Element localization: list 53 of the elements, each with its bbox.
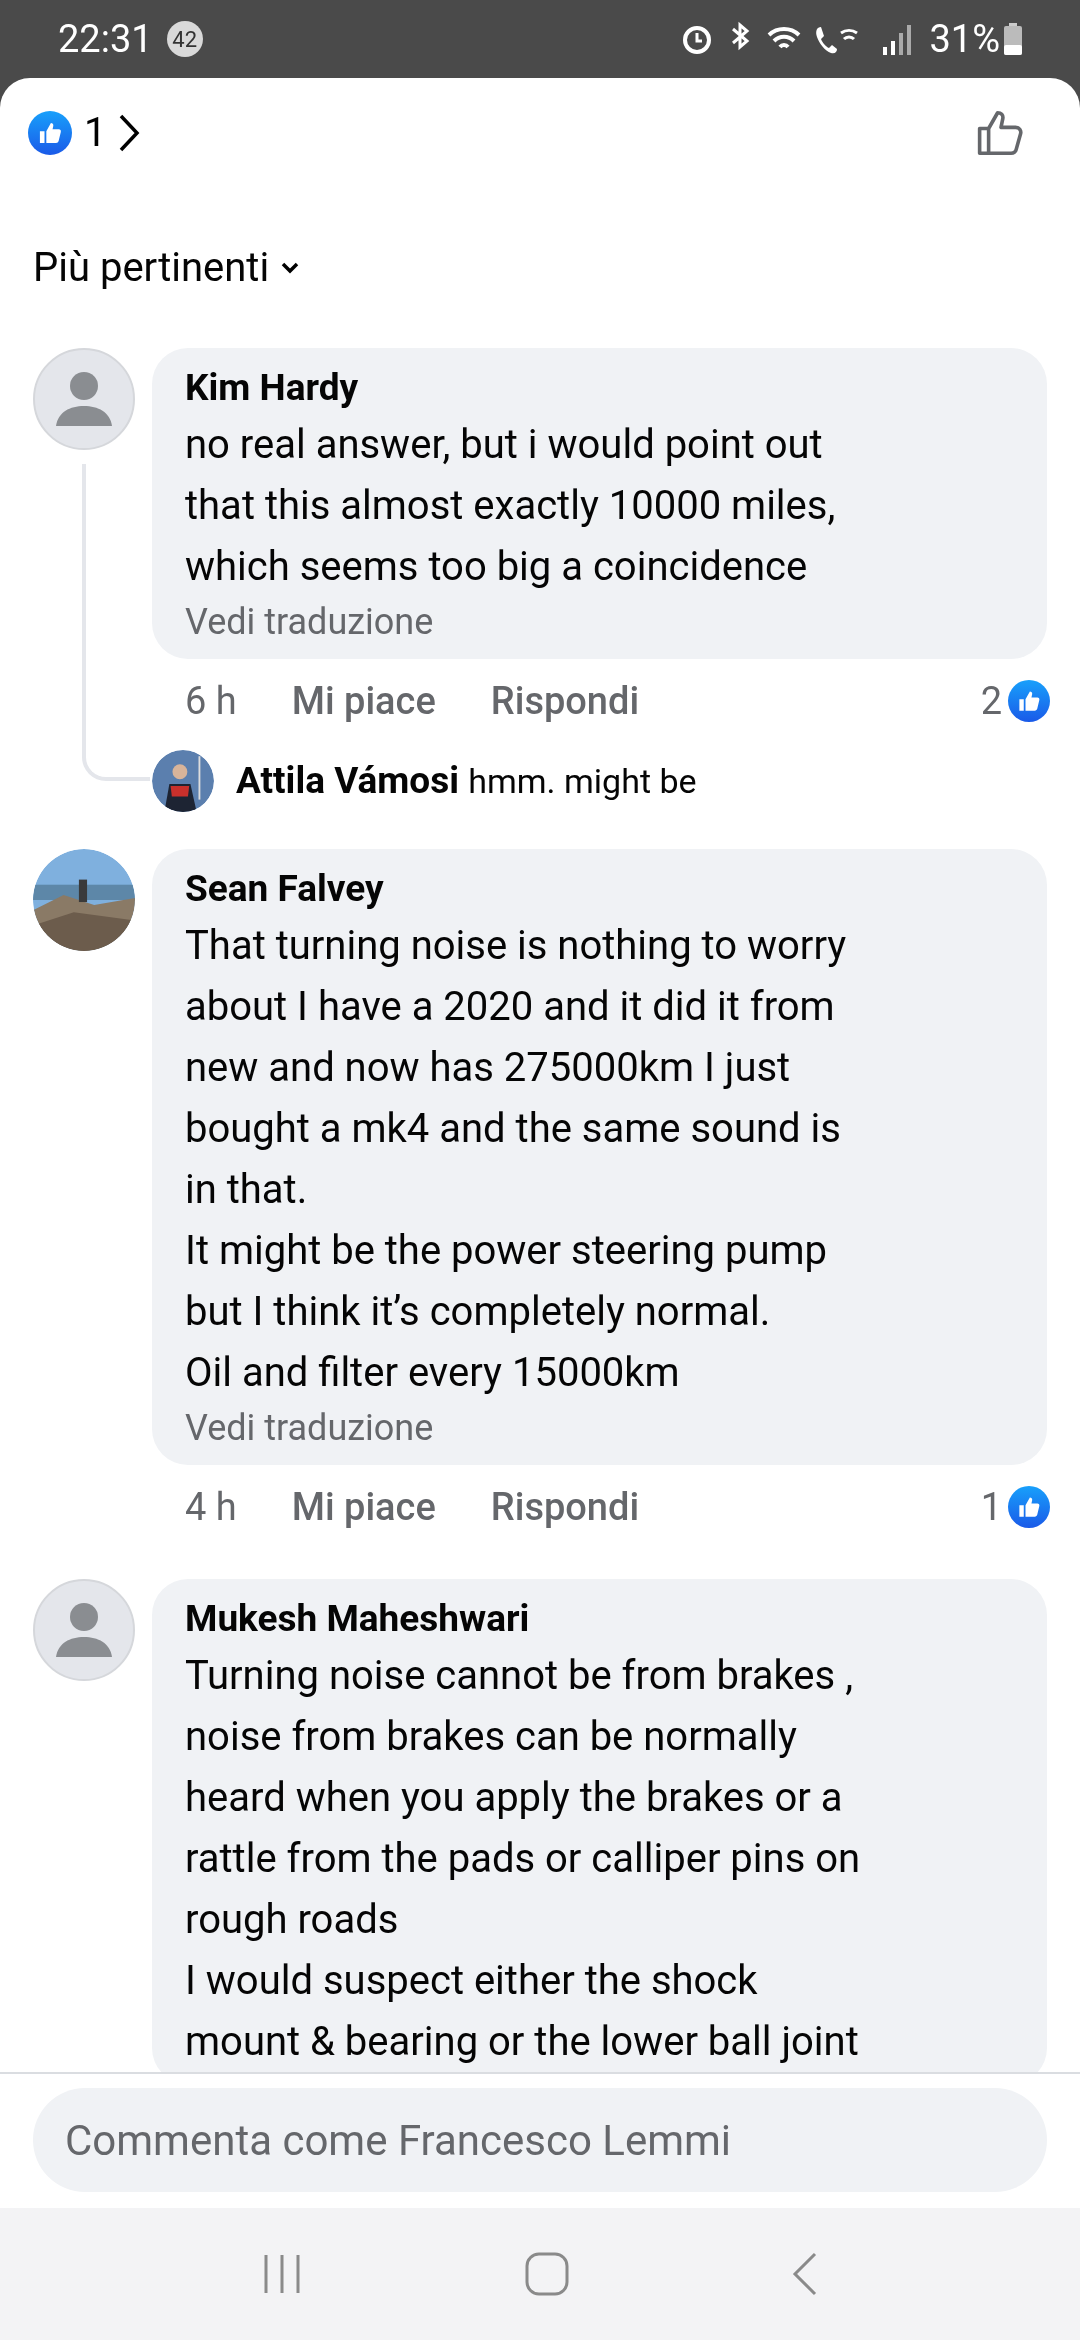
chevron-down-icon: [281, 262, 300, 274]
like-badge-icon: [28, 111, 72, 155]
comment-text: Oil and filter every 15000km: [185, 1348, 681, 1398]
comment-text: that this almost exactly 10000 miles,: [185, 481, 837, 531]
avatar-icon[interactable]: [33, 348, 135, 450]
like-badge-icon: [1008, 680, 1050, 722]
translate-link[interactable]: Vedi traduzione: [185, 597, 1014, 647]
reaction-count[interactable]: 2: [980, 672, 1002, 730]
avatar-icon[interactable]: [33, 1579, 135, 1681]
chevron-right-icon: [118, 113, 141, 153]
comment-text: about I have a 2020 and it did it from: [185, 982, 836, 1032]
comment-text: That turning noise is nothing to worry: [185, 921, 848, 971]
bluetooth-icon: [732, 21, 750, 51]
battery-level: 31%: [929, 15, 1000, 63]
wifi-icon: [767, 27, 802, 49]
comment-time: 4 h: [185, 1483, 237, 1531]
home-icon[interactable]: [525, 2252, 569, 2296]
like-link[interactable]: Mi piace: [291, 1478, 436, 1536]
comment-input[interactable]: Commenta come Francesco Lemmi: [33, 2088, 1047, 2192]
comment-text: rattle from the pads or calliper pins on: [185, 1834, 862, 1884]
comment-text: but I think it’s completely normal.: [185, 1287, 772, 1337]
author-name[interactable]: Sean Falvey: [185, 863, 1014, 915]
comment-text: Turning noise cannot be from brakes ,: [185, 1651, 854, 1701]
like-badge-icon: [1008, 1486, 1050, 1528]
comment-text: in that.: [185, 1165, 309, 1215]
comment-text: rough roads: [185, 1895, 400, 1945]
comment-text: heard when you apply the brakes or a: [185, 1773, 844, 1823]
comment-text: bought a mk4 and the same sound is: [185, 1104, 842, 1154]
back-icon[interactable]: [792, 2252, 819, 2296]
reply-text: Attila Vámosi hmm. might be: [236, 758, 697, 805]
reply-link[interactable]: Rispondi: [490, 672, 640, 730]
comment-text: no real answer, but i would point out: [185, 420, 824, 470]
comment-text: which seems too big a coincidence: [185, 542, 809, 592]
comment-text: I would suspect either the shock: [185, 1956, 759, 2006]
author-name[interactable]: Kim Hardy: [185, 362, 1014, 414]
like-link[interactable]: Mi piace: [291, 672, 436, 730]
reply-link[interactable]: Rispondi: [490, 1478, 640, 1536]
sort-dropdown[interactable]: Più pertinenti: [33, 238, 300, 298]
author-name[interactable]: Mukesh Maheshwari: [185, 1593, 1014, 1645]
reactions-button[interactable]: 1: [28, 103, 141, 163]
comment-text: new and now has 275000km I just: [185, 1043, 792, 1093]
comment-text: mount & bearing or the lower ball joint: [185, 2017, 860, 2067]
translate-link[interactable]: Vedi traduzione: [185, 1403, 1014, 1453]
battery-icon: [1004, 23, 1022, 55]
signal-icon: [883, 25, 912, 55]
comment-time: 6 h: [185, 677, 237, 725]
comment-text: It might be the power steering pump: [185, 1226, 828, 1276]
comment-text: noise from brakes can be normally: [185, 1712, 798, 1762]
clock: 22:31: [58, 15, 153, 63]
wifi-calling-icon: [816, 27, 859, 54]
reaction-count[interactable]: 1: [980, 1478, 1002, 1536]
alarm-icon: [683, 26, 712, 54]
notification-count: 42: [166, 21, 203, 57]
